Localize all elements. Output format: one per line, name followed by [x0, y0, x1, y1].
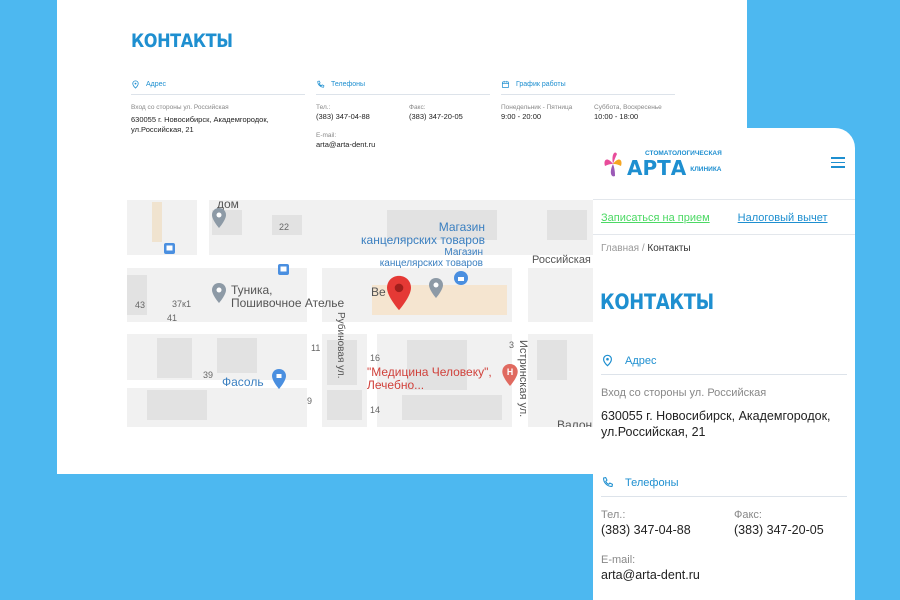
location-pin-icon [603, 354, 612, 367]
map-num-37k1: 37к1 [172, 299, 191, 309]
weekend-label: Суббота, Воскресенье [594, 104, 662, 111]
mobile-card: СТОМАТОЛОГИЧЕСКАЯ АРТА КЛИНИКА Записатьс… [593, 128, 855, 600]
breadcrumb-home[interactable]: Главная [601, 243, 639, 254]
mobile-tel-label: Тел.: [601, 509, 626, 521]
hospital-pin-icon: H [502, 364, 518, 386]
shopping-bag-icon [454, 271, 468, 285]
map-num-3: 3 [509, 340, 515, 350]
mobile-fax-value: (383) 347-20-05 [734, 523, 824, 537]
mobile-email-value[interactable]: arta@arta-dent.ru [601, 567, 700, 583]
svg-text:H: H [507, 367, 513, 377]
logo-subtitle-2: КЛИНИКА [690, 166, 722, 173]
bus-stop-icon [164, 243, 175, 254]
schedule-heading: График работы [516, 81, 566, 88]
phones-heading: Телефоны [331, 81, 366, 88]
mobile-address-line2: ул.Российская, 21 [601, 425, 706, 439]
hamburger-menu-icon[interactable] [831, 157, 845, 171]
map-num-43: 43 [135, 300, 146, 310]
map-num-11: 11 [311, 343, 321, 353]
map-num-14: 14 [370, 405, 381, 415]
map-label-valo: Валон [557, 418, 593, 427]
mobile-tel-value[interactable]: (383) 347-04-88 [601, 522, 691, 538]
map-street-rubinovaya: Рубиновая ул. [335, 312, 346, 379]
logo[interactable]: СТОМАТОЛОГИЧЕСКАЯ АРТА КЛИНИКА [601, 146, 722, 182]
weekdays-label: Понедельник - Пятница [501, 104, 573, 111]
address-heading: Адрес [146, 81, 167, 88]
tax-deduction-link[interactable]: Налоговый вычет [738, 212, 828, 224]
bus-stop-icon [278, 264, 289, 275]
address-line1: 630055 г. Новосибирск, Академгородок, [131, 115, 269, 124]
breadcrumb: Главная / Контакты [601, 243, 691, 254]
mobile-links: Записаться на прием Налоговый вычет [601, 212, 828, 224]
clinic-location-pin-icon[interactable] [387, 275, 411, 311]
map-fasol-pin-icon [272, 369, 286, 389]
map-num-39: 39 [203, 370, 214, 380]
map-beauty-pin-icon [429, 278, 443, 298]
map-street-rossiyskaya: Российская [532, 254, 591, 266]
mobile-header: СТОМАТОЛОГИЧЕСКАЯ АРТА КЛИНИКА [593, 128, 855, 200]
fax-value: (383) 347-20-05 [409, 112, 463, 121]
map-num-41: 41 [167, 313, 178, 323]
mobile-phones-heading: Телефоны [601, 476, 847, 497]
mobile-address-heading: Адрес [601, 354, 847, 375]
logo-main-text: АРТА [627, 156, 687, 180]
address-note: Вход со стороны ул. Российская [131, 104, 229, 111]
email-value[interactable]: arta@arta-dent.ru [316, 140, 375, 150]
mobile-fax-label: Факс: [734, 509, 762, 521]
calendar-icon [501, 80, 510, 89]
map-store-label-2: Магазин канцелярских товаров [379, 247, 483, 269]
breadcrumb-current: Контакты [647, 243, 691, 254]
map-num-16: 16 [370, 353, 381, 363]
map-store-label-1: Магазин канцелярских товаров [361, 220, 485, 247]
map[interactable]: дом 22 Магазин канцелярских товаров Магаз… [127, 200, 617, 427]
email-label: E-mail: [316, 132, 337, 139]
location-pin-icon [132, 80, 139, 89]
mobile-page-title: КОНТАКТЫ [600, 290, 714, 314]
map-place-pin-icon [212, 208, 226, 228]
map-num-22: 22 [279, 222, 290, 232]
weekdays-value: 9:00 - 20:00 [501, 112, 542, 121]
map-label-medicine: "Медицина Человеку", Лечебно... [367, 365, 492, 392]
map-street-istrinskaya: Истринская ул. [517, 340, 529, 418]
address-column: Адрес Вход со стороны ул. Российская 630… [131, 80, 305, 135]
tel-label: Тел.: [316, 104, 331, 111]
flower-logo-icon [604, 152, 622, 177]
phone-icon [603, 476, 614, 487]
address-line2: ул.Российская, 21 [131, 125, 194, 134]
mobile-email-label: E-mail: [601, 554, 636, 566]
mobile-address-note: Вход со стороны ул. Российская [601, 387, 767, 399]
appointment-link[interactable]: Записаться на прием [601, 212, 710, 224]
mobile-address-line1: 630055 г. Новосибирск, Академгородок, [601, 409, 831, 423]
phones-column: Телефоны Тел.: (383) 347-04-88 Факс: (38… [316, 80, 490, 155]
map-num-9: 9 [307, 396, 313, 406]
map-label-tunika: Туника, Пошивочное Ателье [231, 283, 345, 310]
fax-label: Факс: [409, 104, 426, 111]
schedule-column: График работы Понедельник - Пятница 9:00… [501, 80, 675, 125]
tel-value[interactable]: (383) 347-04-88 [316, 112, 370, 122]
weekend-value: 10:00 - 18:00 [594, 112, 639, 121]
map-label-fasol: Фасоль [222, 375, 264, 389]
map-tunika-pin-icon [212, 283, 226, 303]
phone-icon [317, 80, 325, 88]
page-title: КОНТАКТЫ [131, 30, 233, 52]
divider [593, 234, 855, 235]
